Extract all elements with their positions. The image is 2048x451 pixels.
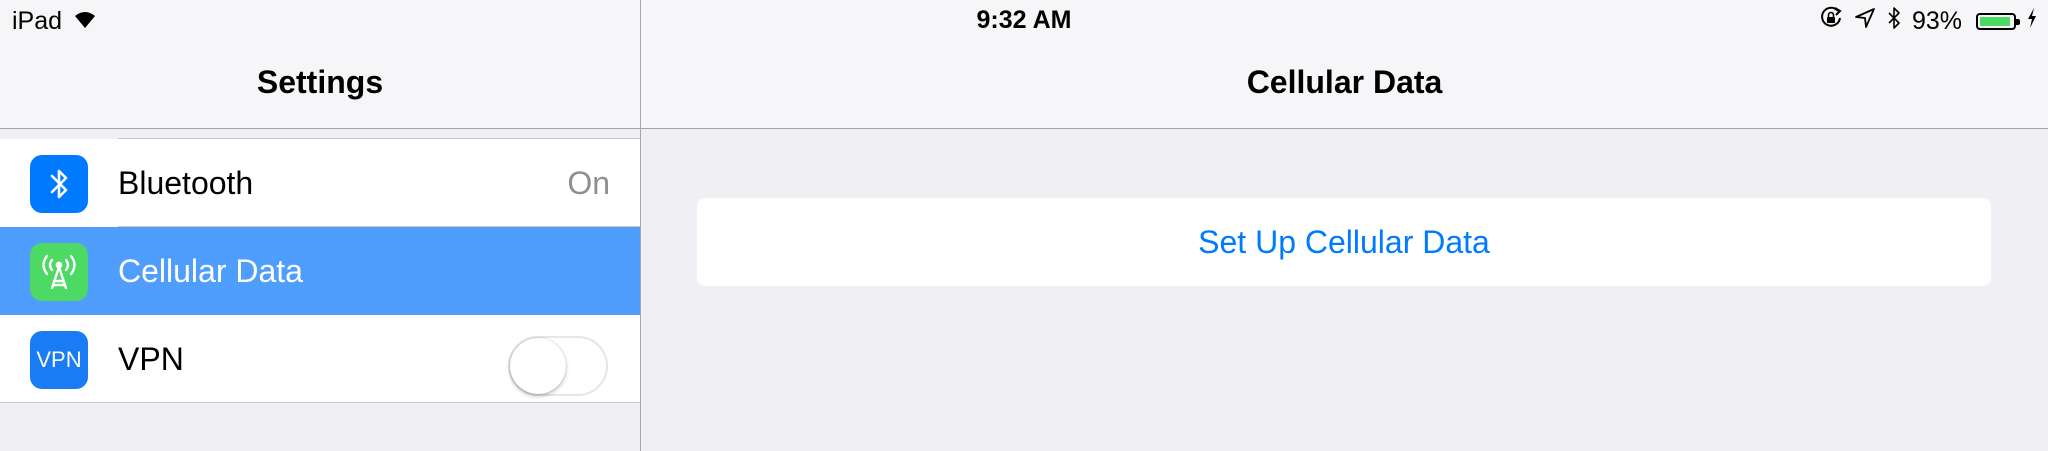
settings-row-bluetooth[interactable]: Bluetooth On	[0, 139, 640, 227]
bluetooth-icon	[30, 155, 88, 213]
row-separator	[0, 402, 640, 403]
status-bar: iPad 9:32 AM 93%	[0, 0, 2048, 42]
settings-row-label: Cellular Data	[118, 253, 303, 289]
settings-row-cellular-data[interactable]: Cellular Data	[0, 227, 640, 315]
rotation-lock-icon	[1818, 5, 1844, 38]
vpn-icon: VPN	[30, 331, 88, 389]
bluetooth-status-value: On	[567, 165, 610, 201]
detail-title: Cellular Data	[1246, 64, 1443, 100]
charging-icon	[2026, 7, 2038, 36]
settings-master-panel: Settings Bluetooth On Cellular Data VPN …	[0, 0, 640, 451]
settings-row-label: Bluetooth	[118, 165, 254, 201]
settings-title: Settings	[256, 64, 384, 100]
vpn-icon-text: VPN	[36, 347, 82, 372]
cellular-antenna-icon	[30, 243, 88, 301]
bluetooth-icon	[1886, 5, 1902, 38]
battery-level-fill	[1980, 16, 2010, 26]
location-icon	[1854, 7, 1876, 36]
set-up-cellular-data-button[interactable]: Set Up Cellular Data	[697, 198, 1991, 286]
vpn-toggle[interactable]	[508, 336, 608, 396]
settings-row-vpn[interactable]: VPN VPN	[0, 315, 640, 403]
toggle-knob	[510, 338, 566, 394]
status-right: 93%	[1818, 6, 2038, 36]
settings-row-label: VPN	[118, 341, 184, 377]
status-time: 9:32 AM	[976, 6, 1072, 34]
battery-icon	[1976, 12, 2020, 30]
battery-percent: 93%	[1911, 6, 1962, 35]
